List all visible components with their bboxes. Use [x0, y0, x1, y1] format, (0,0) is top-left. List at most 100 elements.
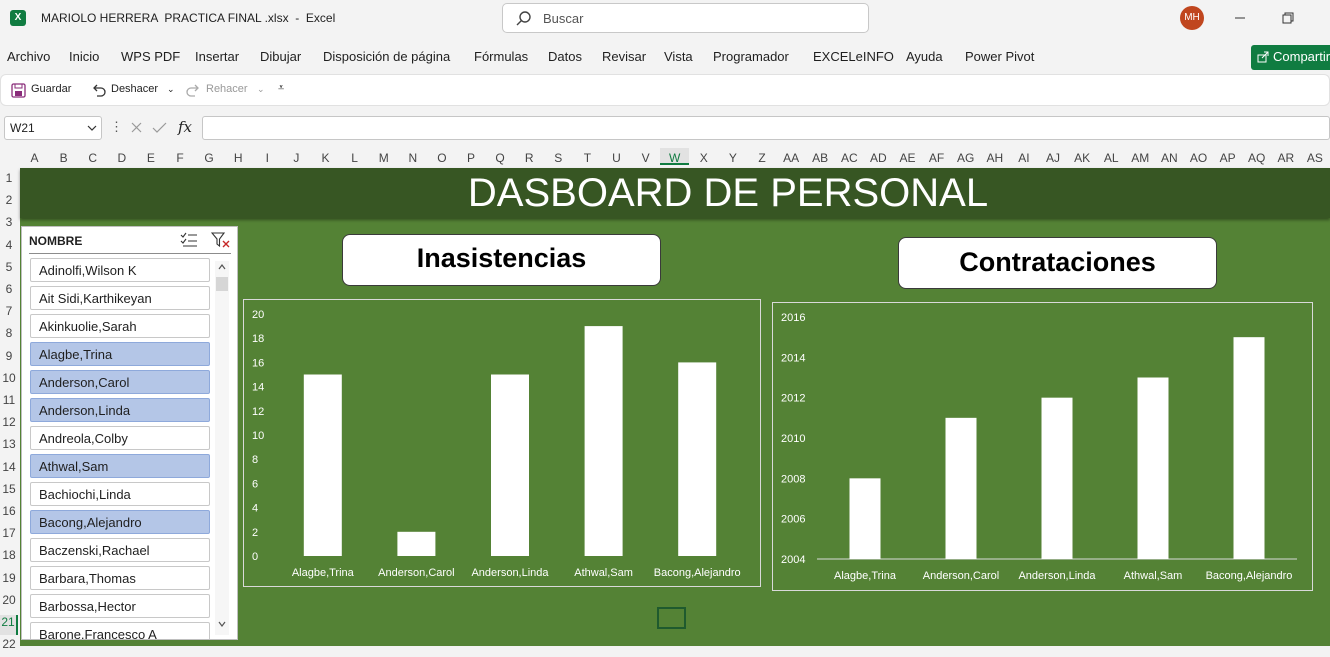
column-header[interactable]: AJ: [1039, 151, 1068, 165]
column-header[interactable]: Q: [486, 151, 515, 165]
column-header[interactable]: M: [369, 151, 398, 165]
save-icon[interactable]: [11, 83, 26, 98]
menu-wps-pdf[interactable]: WPS PDF: [121, 49, 180, 64]
enter-icon[interactable]: [152, 121, 167, 134]
row-header[interactable]: 2: [0, 193, 18, 213]
column-header[interactable]: B: [49, 151, 78, 165]
column-header[interactable]: L: [340, 151, 369, 165]
slicer-item[interactable]: Anderson,Carol: [30, 370, 210, 394]
slicer-item[interactable]: Ait Sidi,Karthikeyan: [30, 286, 210, 310]
column-header[interactable]: AM: [1126, 151, 1155, 165]
column-header[interactable]: J: [282, 151, 311, 165]
scroll-thumb[interactable]: [216, 277, 228, 291]
menu-formulas[interactable]: Fórmulas: [474, 49, 528, 64]
row-header[interactable]: 3: [0, 215, 18, 235]
redo-dropdown-icon[interactable]: ⌄: [257, 84, 265, 95]
bar[interactable]: [678, 362, 717, 556]
more-options-icon[interactable]: ⋮: [110, 119, 123, 135]
bar[interactable]: [1137, 377, 1169, 560]
scroll-up-icon[interactable]: [218, 264, 226, 270]
bar[interactable]: [1233, 337, 1265, 559]
save-button[interactable]: Guardar: [31, 83, 71, 95]
row-header[interactable]: 20: [0, 593, 18, 613]
column-header[interactable]: X: [689, 151, 718, 165]
column-header[interactable]: AE: [893, 151, 922, 165]
column-header[interactable]: AG: [951, 151, 980, 165]
column-header[interactable]: C: [78, 151, 107, 165]
column-header[interactable]: D: [107, 151, 136, 165]
slicer-item[interactable]: Athwal,Sam: [30, 454, 210, 478]
column-header[interactable]: AP: [1213, 151, 1242, 165]
column-header[interactable]: Z: [748, 151, 777, 165]
nombre-slicer[interactable]: NOMBRE Adinolfi,Wilson K Ait Sidi,Karthik…: [21, 226, 238, 640]
slicer-item[interactable]: Andreola,Colby: [30, 426, 210, 450]
customize-toolbar-icon[interactable]: ⩡: [278, 82, 284, 95]
column-header[interactable]: AN: [1155, 151, 1184, 165]
row-header[interactable]: 15: [0, 482, 18, 502]
slicer-item[interactable]: Barbara,Thomas: [30, 566, 210, 590]
column-header[interactable]: AS: [1300, 151, 1329, 165]
search-input[interactable]: Buscar: [502, 3, 869, 33]
undo-dropdown-icon[interactable]: ⌄: [167, 84, 175, 95]
slicer-item[interactable]: Anderson,Linda: [30, 398, 210, 422]
cancel-icon[interactable]: [130, 121, 143, 134]
undo-icon[interactable]: [91, 83, 106, 98]
column-header[interactable]: AC: [835, 151, 864, 165]
menu-vista[interactable]: Vista: [664, 49, 693, 64]
column-header[interactable]: AO: [1184, 151, 1213, 165]
row-header[interactable]: 16: [0, 504, 18, 524]
bar[interactable]: [849, 478, 881, 559]
row-header[interactable]: 4: [0, 238, 18, 258]
row-header[interactable]: 18: [0, 548, 18, 568]
column-header[interactable]: AA: [777, 151, 806, 165]
inasistencias-chart[interactable]: 0 2 4 6 8 10 12 14 16 18 20 Alagbe,Trina Anderson,Ca…: [243, 299, 761, 587]
redo-icon[interactable]: [186, 83, 201, 98]
column-header[interactable]: S: [544, 151, 573, 165]
column-header[interactable]: T: [573, 151, 602, 165]
column-header[interactable]: F: [166, 151, 195, 165]
menu-revisar[interactable]: Revisar: [602, 49, 646, 64]
redo-button[interactable]: Rehacer: [206, 83, 248, 95]
slicer-item[interactable]: Barbossa,Hector: [30, 594, 210, 618]
slicer-item[interactable]: Adinolfi,Wilson K: [30, 258, 210, 282]
row-header[interactable]: 8: [0, 326, 18, 346]
column-header[interactable]: AI: [1009, 151, 1038, 165]
clear-filter-icon[interactable]: [211, 232, 230, 248]
menu-dibujar[interactable]: Dibujar: [260, 49, 301, 64]
contrataciones-chart[interactable]: 2004 2006 2008 2010 2012 2014 2016 Alagbe,Trina…: [772, 302, 1313, 591]
row-header[interactable]: 14: [0, 460, 18, 480]
scroll-down-icon[interactable]: [218, 621, 226, 627]
active-cell[interactable]: [657, 607, 686, 629]
column-header[interactable]: P: [457, 151, 486, 165]
column-header[interactable]: AF: [922, 151, 951, 165]
column-header[interactable]: W: [660, 148, 690, 165]
menu-power-pivot[interactable]: Power Pivot: [965, 49, 1034, 64]
row-header[interactable]: 9: [0, 349, 18, 369]
slicer-item[interactable]: Akinkuolie,Sarah: [30, 314, 210, 338]
undo-button[interactable]: Deshacer: [111, 83, 158, 95]
menu-datos[interactable]: Datos: [548, 49, 582, 64]
menu-inicio[interactable]: Inicio: [69, 49, 99, 64]
row-header[interactable]: 7: [0, 304, 18, 324]
name-box[interactable]: W21: [4, 116, 102, 140]
restore-icon[interactable]: [1278, 8, 1298, 28]
bar[interactable]: [1041, 397, 1073, 559]
menu-insertar[interactable]: Insertar: [195, 49, 239, 64]
column-header[interactable]: H: [224, 151, 253, 165]
minimize-icon[interactable]: [1230, 8, 1250, 28]
bar[interactable]: [584, 326, 623, 556]
formula-input[interactable]: [202, 116, 1330, 140]
insert-function-icon[interactable]: fx: [178, 118, 192, 136]
column-header[interactable]: AL: [1097, 151, 1126, 165]
menu-archivo[interactable]: Archivo: [7, 49, 50, 64]
menu-programador[interactable]: Programador: [713, 49, 789, 64]
column-header[interactable]: R: [515, 151, 544, 165]
user-avatar[interactable]: MH: [1180, 6, 1204, 30]
menu-disposicion-pagina[interactable]: Disposición de página: [323, 49, 450, 64]
row-header[interactable]: 19: [0, 571, 18, 591]
column-header[interactable]: AR: [1271, 151, 1300, 165]
column-header[interactable]: K: [311, 151, 340, 165]
multi-select-icon[interactable]: [180, 232, 198, 248]
column-header[interactable]: AH: [980, 151, 1009, 165]
share-button[interactable]: Compartir: [1251, 45, 1330, 70]
